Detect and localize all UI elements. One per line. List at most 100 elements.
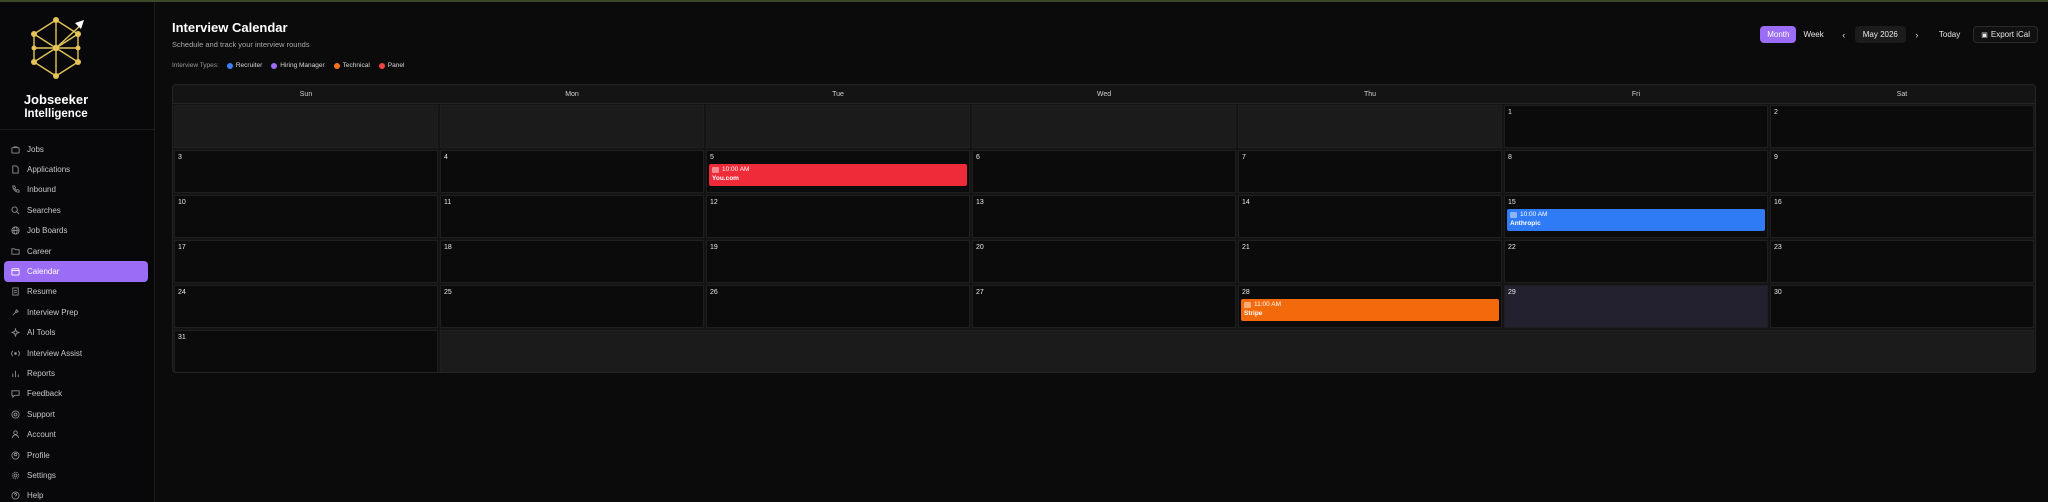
calendar-day-cell[interactable]: 26 bbox=[706, 285, 970, 328]
calendar-grid: 1 2 3 4 5 10:00 AM You.com 6 7 8 9 10 11 12 13 14 15 10:0… bbox=[173, 104, 2035, 372]
sidebar-item-applications[interactable]: Applications bbox=[4, 159, 148, 179]
sidebar-item-career[interactable]: Career bbox=[4, 241, 148, 261]
sidebar-item-searches[interactable]: Searches bbox=[4, 200, 148, 220]
event-company: Anthropic bbox=[1510, 220, 1541, 227]
calendar-day-cell[interactable]: 17 bbox=[174, 240, 438, 283]
logo[interactable]: Jobseeker Intelligence bbox=[0, 2, 154, 130]
day-number: 22 bbox=[1508, 244, 1516, 251]
calendar-day-cell[interactable]: 28 11:00 AM Stripe bbox=[1238, 285, 1502, 328]
weekday-thu: Thu bbox=[1363, 90, 1377, 98]
calendar-toolbar: Month Week ‹ May 2026 › Today ▣ Export i… bbox=[1760, 26, 2038, 43]
calendar-day-cell[interactable]: 12 bbox=[706, 195, 970, 238]
calendar-day-cell[interactable]: 15 10:00 AM Anthropic bbox=[1504, 195, 1768, 238]
sidebar-item-account[interactable]: Account bbox=[4, 424, 148, 444]
sidebar-item-calendar[interactable]: Calendar bbox=[4, 261, 148, 282]
sidebar-item-label: Settings bbox=[27, 470, 56, 480]
chevron-right-icon[interactable]: › bbox=[1910, 26, 1924, 43]
calendar-day-cell[interactable]: 29 bbox=[1504, 285, 1768, 328]
legend-item-label: Recruiter bbox=[235, 62, 263, 69]
calendar-icon: ▣ bbox=[1981, 31, 1988, 39]
calendar-day-cell[interactable]: 19 bbox=[706, 240, 970, 283]
calendar-day-cell[interactable]: 8 bbox=[1504, 150, 1768, 193]
calendar-day-cell[interactable]: 7 bbox=[1238, 150, 1502, 193]
gear-icon bbox=[10, 470, 20, 480]
sidebar-item-label: Jobs bbox=[27, 144, 44, 154]
month-calendar: Sun Mon Tue Wed Thu Fri Sat 1 2 3 4 5 10:00 A… bbox=[172, 84, 2036, 373]
day-number: 1 bbox=[1508, 109, 1512, 116]
event-time: 11:00 AM bbox=[1254, 301, 1281, 308]
sidebar-item-label: Support bbox=[27, 409, 56, 419]
calendar-day-cell[interactable]: 4 bbox=[440, 150, 704, 193]
sidebar-item-reports[interactable]: Reports bbox=[4, 363, 148, 383]
search-icon bbox=[10, 205, 20, 215]
calendar-day-cell[interactable]: 24 bbox=[174, 285, 438, 328]
calendar-day-cell[interactable]: 25 bbox=[440, 285, 704, 328]
calendar-day-cell[interactable]: 14 bbox=[1238, 195, 1502, 238]
week-view-button[interactable]: Week bbox=[1796, 26, 1830, 43]
sidebar-item-label: Career bbox=[27, 246, 52, 256]
document-icon bbox=[10, 287, 20, 297]
day-number: 27 bbox=[976, 289, 984, 296]
sidebar-item-resume[interactable]: Resume bbox=[4, 282, 148, 302]
calendar-day-cell[interactable]: 31 bbox=[174, 330, 438, 372]
calendar-day-cell[interactable]: 3 bbox=[174, 150, 438, 193]
sidebar-item-inbound[interactable]: Inbound bbox=[4, 180, 148, 200]
tool-icon bbox=[10, 307, 20, 317]
calendar-event-panel[interactable]: 10:00 AM You.com bbox=[709, 164, 967, 186]
calendar-event-recruiter[interactable]: 10:00 AM Anthropic bbox=[1507, 209, 1765, 231]
calendar-day-cell[interactable]: 30 bbox=[1770, 285, 2034, 328]
app-name-sub: Intelligence bbox=[24, 108, 88, 120]
calendar-day-cell[interactable]: 22 bbox=[1504, 240, 1768, 283]
sparkle-icon bbox=[10, 328, 20, 338]
sidebar-item-settings[interactable]: Settings bbox=[4, 465, 148, 485]
sidebar-item-label: Profile bbox=[27, 450, 50, 460]
calendar-day-cell[interactable]: 1 bbox=[1504, 105, 1768, 148]
sidebar-item-interview-prep[interactable]: Interview Prep bbox=[4, 302, 148, 322]
top-accent-line bbox=[0, 0, 2048, 2]
calendar-day-cell[interactable]: 2 bbox=[1770, 105, 2034, 148]
sidebar-item-support[interactable]: Support bbox=[4, 404, 148, 424]
sidebar-item-profile[interactable]: Profile bbox=[4, 445, 148, 465]
calendar-day-cell[interactable]: 9 bbox=[1770, 150, 2034, 193]
calendar-day-cell[interactable]: 18 bbox=[440, 240, 704, 283]
sidebar-item-interview-assist[interactable]: Interview Assist bbox=[4, 343, 148, 363]
legend-dot bbox=[378, 62, 385, 69]
logo-icon bbox=[31, 17, 84, 79]
video-icon bbox=[1510, 211, 1517, 218]
sidebar-item-jobs[interactable]: Jobs bbox=[4, 139, 148, 159]
calendar-day-cell[interactable]: 6 bbox=[972, 150, 1236, 193]
calendar-day-cell[interactable]: 11 bbox=[440, 195, 704, 238]
calendar-day-cell[interactable]: 16 bbox=[1770, 195, 2034, 238]
briefcase-icon bbox=[10, 144, 20, 154]
calendar-day-cell[interactable]: 5 10:00 AM You.com bbox=[706, 150, 970, 193]
chevron-left-icon[interactable]: ‹ bbox=[1837, 26, 1851, 43]
export-ical-button[interactable]: ▣ Export iCal bbox=[1973, 26, 2038, 43]
calendar-event-technical[interactable]: 11:00 AM Stripe bbox=[1241, 299, 1499, 321]
view-toggle: Month Week bbox=[1760, 26, 1831, 43]
page-title: Interview Calendar bbox=[172, 20, 288, 35]
sidebar-item-job-boards[interactable]: Job Boards bbox=[4, 221, 148, 241]
today-button[interactable]: Today bbox=[1932, 26, 1967, 43]
calendar-day-cell[interactable]: 20 bbox=[972, 240, 1236, 283]
sidebar-item-feedback[interactable]: Feedback bbox=[4, 384, 148, 404]
calendar-day-cell[interactable]: 23 bbox=[1770, 240, 2034, 283]
calendar-day-cell[interactable]: 13 bbox=[972, 195, 1236, 238]
file-icon bbox=[10, 165, 20, 175]
day-number: 4 bbox=[444, 154, 448, 161]
day-number: 15 bbox=[1508, 199, 1516, 206]
day-number: 6 bbox=[976, 154, 980, 161]
sidebar-item-help[interactable]: Help bbox=[4, 486, 148, 502]
chart-icon bbox=[10, 368, 20, 378]
day-number: 13 bbox=[976, 199, 984, 206]
day-number: 3 bbox=[178, 154, 182, 161]
day-number: 14 bbox=[1242, 199, 1250, 206]
calendar-day-cell[interactable]: 21 bbox=[1238, 240, 1502, 283]
calendar-day-cell[interactable]: 27 bbox=[972, 285, 1236, 328]
calendar-day-cell[interactable]: 10 bbox=[174, 195, 438, 238]
calendar-empty-cell bbox=[972, 105, 1236, 148]
sidebar-item-ai-tools[interactable]: AI Tools bbox=[4, 323, 148, 343]
legend-label: Interview Types: bbox=[172, 62, 219, 69]
month-view-button[interactable]: Month bbox=[1760, 26, 1797, 43]
current-period-label: May 2026 bbox=[1854, 26, 1906, 43]
sidebar-item-label: Calendar bbox=[27, 267, 60, 277]
